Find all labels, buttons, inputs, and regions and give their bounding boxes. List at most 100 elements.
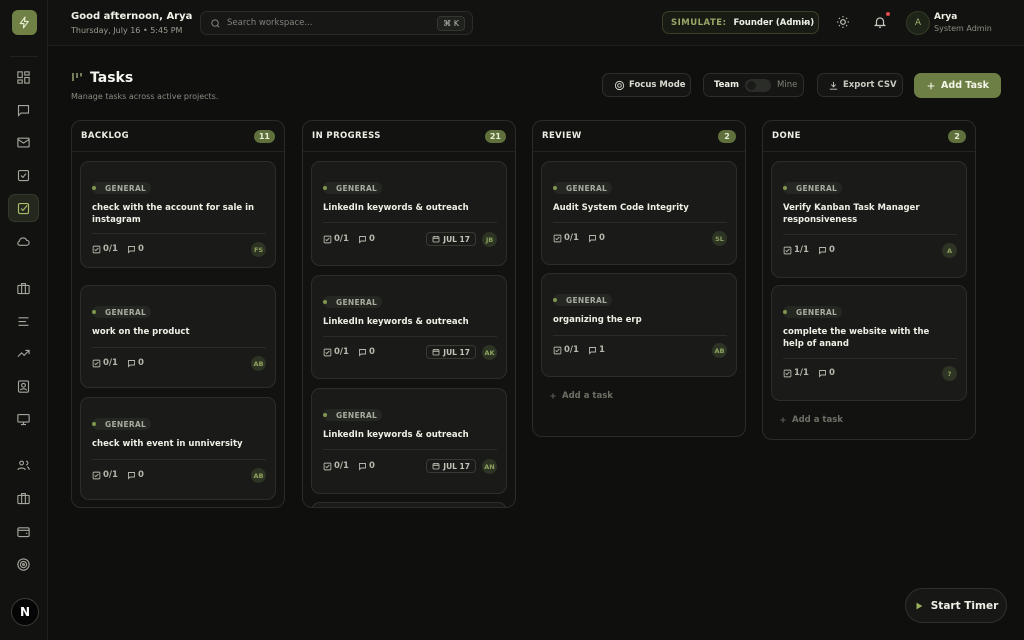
task-card[interactable]: GENERAL check with event in unniversity …	[80, 397, 276, 500]
task-card[interactable]: GENERAL LinkedIn keywords & outreach 0/1…	[311, 161, 507, 266]
comment-count-group: 0	[127, 470, 144, 480]
sidebar-item-wallet[interactable]	[8, 517, 39, 545]
comment-icon	[127, 359, 135, 368]
sidebar-item-contacts[interactable]	[8, 372, 39, 400]
team-mine-toggle[interactable]: Team Mine	[703, 73, 804, 97]
assignee-avatar[interactable]: FS	[251, 242, 266, 257]
assignee-avatar[interactable]: SL	[712, 231, 727, 246]
task-meta: 0/1 0	[553, 233, 605, 243]
sidebar-item-cloud[interactable]	[8, 227, 39, 255]
top-header: Good afternoon, Arya Thursday, July 16 •…	[48, 0, 1024, 46]
export-csv-button[interactable]: Export CSV	[817, 73, 903, 97]
datetime-text: Thursday, July 16 • 5:45 PM	[71, 26, 183, 35]
assignee-avatar[interactable]: AN	[482, 459, 497, 474]
task-title: check with event in unniversity	[92, 439, 243, 449]
task-card-partial[interactable]	[311, 502, 507, 507]
start-timer-button[interactable]: Start Timer	[905, 588, 1007, 623]
workspace-avatar[interactable]: N	[11, 598, 39, 626]
download-icon	[829, 81, 838, 90]
task-card[interactable]: GENERAL Verify Kanban Task Manager respo…	[771, 161, 967, 278]
due-date: JUL 17	[443, 234, 470, 244]
card-divider	[92, 233, 266, 234]
user-avatar[interactable]: A	[906, 11, 930, 35]
add-task-link[interactable]: Add a task	[779, 415, 843, 425]
column-title: DONE	[772, 131, 801, 141]
column-divider	[533, 151, 745, 152]
assignee-avatar[interactable]: AB	[251, 356, 266, 371]
comment-count-group: 0	[127, 244, 144, 254]
sidebar-item-goals[interactable]	[8, 550, 39, 578]
task-title: work on the product	[92, 327, 190, 337]
sidebar-item-work[interactable]	[8, 484, 39, 512]
export-csv-label: Export CSV	[843, 80, 897, 90]
due-date-badge: JUL 17	[426, 345, 476, 359]
comment-count-group: 1	[588, 345, 605, 355]
sidebar-item-list[interactable]	[8, 307, 39, 335]
sidebar-item-mail[interactable]	[8, 128, 39, 156]
column-divider	[72, 151, 284, 152]
toggle-switch[interactable]	[745, 78, 772, 92]
sidebar-item-analytics[interactable]	[8, 339, 39, 367]
sidebar-item-tasks[interactable]	[8, 194, 39, 222]
task-meta: 0/1 0	[323, 234, 375, 244]
task-card[interactable]: GENERAL complete the website with the he…	[771, 285, 967, 401]
search-icon	[211, 18, 220, 28]
comment-count-group: 0	[588, 233, 605, 243]
task-card[interactable]: GENERAL LinkedIn keywords & outreach 0/1…	[311, 388, 507, 494]
comment-count: 0	[368, 461, 375, 471]
comment-icon	[588, 346, 596, 355]
task-title: LinkedIn keywords & outreach	[323, 203, 469, 213]
task-meta: 1/1 0	[783, 245, 835, 255]
column-done: DONE 2 GENERAL Verify Kanban Task Manage…	[762, 120, 976, 440]
sidebar-item-chat[interactable]	[8, 96, 39, 124]
add-task-link-label: Add a task	[562, 391, 613, 401]
comment-count: 0	[598, 233, 605, 243]
task-card[interactable]: GENERAL work on the product 0/1 0 AB	[80, 285, 276, 388]
sidebar-divider	[10, 56, 38, 57]
target-icon	[614, 80, 625, 90]
task-card[interactable]: GENERAL organizing the erp 0/1 1 AB	[541, 273, 737, 377]
assignee-avatar[interactable]: ?	[942, 366, 957, 381]
simulate-role-select[interactable]: SIMULATE: Founder (Admin)	[662, 11, 819, 34]
sidebar-item-dashboard[interactable]	[8, 63, 39, 91]
column-title: BACKLOG	[81, 131, 129, 141]
assignee-avatar[interactable]: AB	[712, 343, 727, 358]
add-task-button[interactable]: Add Task	[914, 73, 1001, 98]
card-divider	[323, 336, 497, 337]
search-input[interactable]: Search workspace... ⌘ K	[200, 11, 473, 35]
comment-count-group: 0	[818, 368, 835, 378]
app-logo[interactable]	[12, 10, 37, 35]
task-tag: GENERAL	[323, 409, 383, 421]
sidebar-item-checklist[interactable]	[8, 161, 39, 189]
task-card[interactable]: GENERAL Audit System Code Integrity 0/1 …	[541, 161, 737, 265]
assignee-avatar[interactable]: A	[942, 243, 957, 258]
comment-count-group: 0	[358, 347, 375, 357]
task-card[interactable]: GENERAL LinkedIn keywords & outreach 0/1…	[311, 275, 507, 379]
checkbox-icon	[783, 246, 792, 254]
column-in-progress: IN PROGRESS 21 GENERAL LinkedIn keywords…	[302, 120, 516, 508]
sidebar-item-projects[interactable]	[8, 274, 39, 302]
task-card[interactable]: GENERAL check with the account for sale …	[80, 161, 276, 268]
task-tag: GENERAL	[783, 306, 843, 318]
assignee-avatar[interactable]: AB	[251, 468, 266, 483]
comment-count: 0	[828, 245, 835, 255]
sun-icon[interactable]	[836, 15, 850, 29]
comment-icon	[818, 246, 826, 255]
focus-mode-button[interactable]: Focus Mode	[602, 73, 691, 97]
user-name: Arya	[934, 12, 958, 22]
plus-icon	[927, 82, 935, 89]
task-meta: 0/1 0	[92, 244, 144, 254]
comment-icon	[358, 462, 366, 471]
assignee-avatar[interactable]: JB	[482, 232, 497, 247]
comment-icon	[588, 234, 596, 243]
sidebar-item-team[interactable]	[8, 451, 39, 479]
simulate-label: SIMULATE:	[671, 17, 727, 28]
task-meta: 0/1 1	[553, 345, 605, 355]
assignee-avatar[interactable]: AK	[482, 345, 497, 360]
checkbox-icon	[323, 462, 332, 470]
add-task-link[interactable]: Add a task	[549, 391, 613, 401]
sidebar-item-monitor[interactable]	[8, 405, 39, 433]
plus-icon	[550, 393, 556, 399]
task-tag: GENERAL	[783, 182, 843, 194]
bell-icon[interactable]	[873, 15, 887, 29]
